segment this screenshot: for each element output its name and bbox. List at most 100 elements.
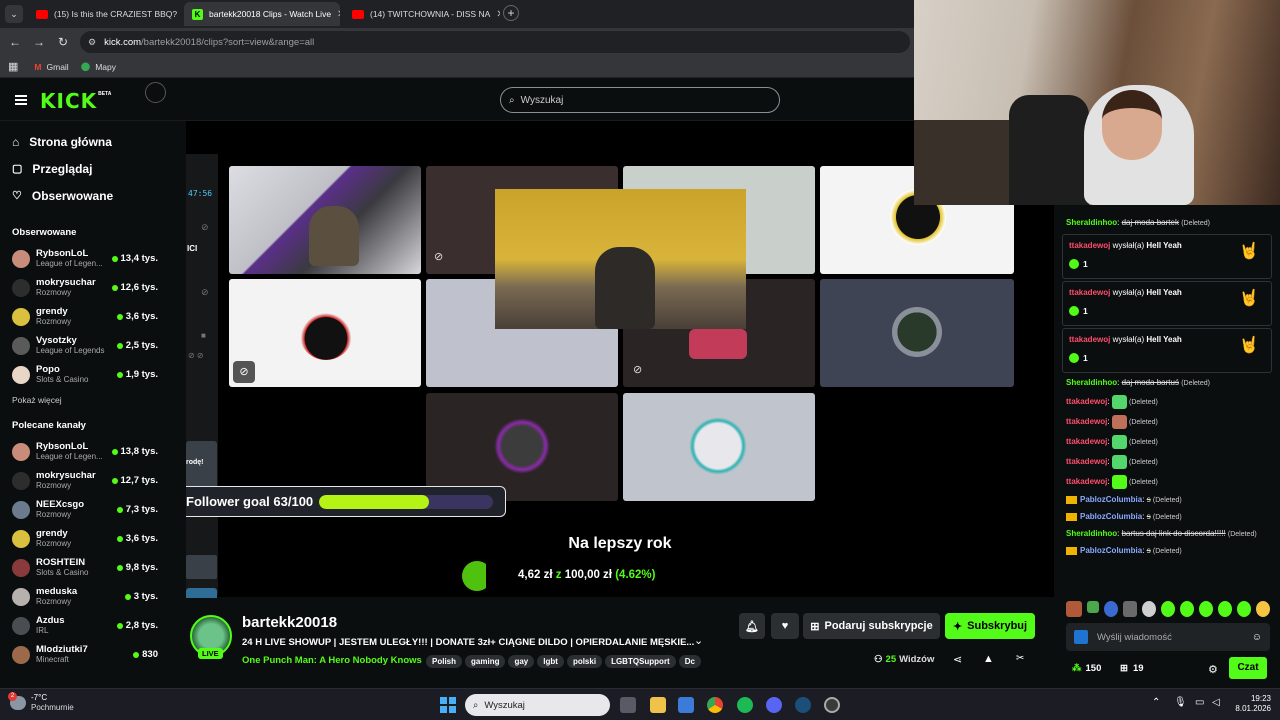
chat-username[interactable]: ttakadewoj (1066, 457, 1107, 466)
sidebar-channel[interactable]: NEEXcsgo Rozmowy 7,3 tys. (0, 495, 170, 524)
stream-tag[interactable]: gaming (465, 655, 506, 668)
stream-tag[interactable]: LGBTQSupport (605, 655, 676, 668)
sidebar-channel[interactable]: grendy Rozmowy 3,6 tys. (0, 524, 170, 553)
sidebar-channel[interactable]: mokrysuchar Rozmowy 12,6 tys. (0, 273, 170, 302)
chat-username[interactable]: ttakadewoj (1069, 241, 1110, 250)
forward-icon[interactable]: → (33, 35, 45, 49)
tray-overflow-icon[interactable]: ⌃ (1152, 697, 1160, 708)
sidebar-channel[interactable]: mokrysuchar Rozmowy 12,7 tys. (0, 466, 170, 495)
sidebar-channel[interactable]: Azdus IRL 2,8 tys. (0, 611, 170, 640)
steam-icon[interactable] (795, 697, 811, 713)
gift-counter[interactable]: ⊞ 19 (1120, 663, 1144, 674)
stream-tag[interactable]: Dc (678, 655, 701, 668)
chat-username[interactable]: ttakadewoj (1069, 288, 1110, 297)
chat-username[interactable]: Sheraldinhoo (1066, 218, 1117, 227)
browser-tab-3[interactable]: (14) TWITCHOWNIA - DISS NA ✕ (344, 2, 500, 26)
emote-icon[interactable] (1123, 601, 1137, 617)
stream-tag[interactable]: gay (508, 655, 535, 668)
channel-name: RybsonLoL (36, 441, 89, 452)
points-counter[interactable]: ⁂ 150 (1072, 663, 1101, 674)
sidebar-channel[interactable]: meduska Rozmowy 3 tys. (0, 582, 170, 611)
close-icon[interactable]: ✕ (337, 9, 340, 20)
emote-icon[interactable] (1066, 601, 1082, 617)
emoji-icon[interactable]: ☺ (1252, 632, 1262, 643)
sidebar-channel[interactable]: Vysotzky League of Legends 2,5 tys. (0, 331, 170, 360)
subscribe-button[interactable]: ✦ Subskrybuj (945, 613, 1035, 639)
chat-username[interactable]: Sheraldinhoo (1066, 378, 1117, 387)
stream-tag[interactable]: polski (566, 655, 603, 668)
chat-input[interactable]: Wyślij wiadomość ☺ (1066, 623, 1270, 651)
taskbar-search[interactable]: ⌕ Wyszukaj (465, 694, 610, 716)
reload-icon[interactable]: ↻ (58, 35, 68, 49)
back-icon[interactable]: ← (9, 35, 21, 49)
emote-icon[interactable] (1087, 601, 1099, 613)
store-icon[interactable] (678, 697, 694, 713)
obs-icon[interactable] (824, 697, 840, 713)
chat-username[interactable]: ttakadewoj (1066, 397, 1107, 406)
close-icon[interactable]: ✕ (496, 9, 500, 20)
chat-username[interactable]: ttakadewoj (1069, 335, 1110, 344)
browser-tab-1[interactable]: (15) Is this the CRAZIEST BBQ? ✕ (28, 2, 178, 26)
sidebar-channel[interactable]: Popo Slots & Casino 1,9 tys. (0, 360, 170, 389)
url-field[interactable]: ⚙ kick.com/bartekk20018/clips?sort=view&… (80, 31, 910, 53)
site-info-icon[interactable]: ⚙ (88, 37, 96, 48)
new-tab-button[interactable]: + (503, 5, 519, 21)
sidebar-channel[interactable]: RybsonLoL League of Legen... 13,4 tys. (0, 244, 170, 273)
microphone-icon[interactable]: 🎙︎ (1174, 697, 1187, 708)
chat-username[interactable]: ttakadewoj (1066, 437, 1107, 446)
chat-username[interactable]: PablozColumbia (1080, 495, 1142, 504)
task-view-icon[interactable] (620, 697, 636, 713)
bookmark-maps[interactable]: ⬤ Mapy (81, 61, 116, 72)
browser-tab-2[interactable]: K bartekk20018 Clips - Watch Live ✕ (184, 2, 340, 26)
title-expand-icon[interactable]: ⌄ (694, 634, 703, 647)
stream-category[interactable]: One Punch Man: A Hero Nobody Knows (242, 655, 422, 666)
chat-settings-icon[interactable]: ⚙ (1208, 663, 1218, 676)
start-button[interactable] (440, 697, 456, 713)
menu-icon[interactable] (15, 95, 27, 105)
emote-icon[interactable] (1180, 601, 1194, 617)
notifications-button[interactable]: 🔔︎ (739, 613, 765, 639)
chat-send-button[interactable]: Czat (1229, 657, 1267, 679)
file-explorer-icon[interactable] (650, 697, 666, 713)
volume-icon[interactable]: ◁ (1212, 697, 1220, 708)
emote-icon[interactable] (1142, 601, 1156, 617)
clock[interactable]: 19:23 8.01.2026 (1233, 694, 1271, 714)
emote-icon[interactable] (1104, 601, 1118, 617)
report-icon[interactable]: ▲ (983, 653, 994, 665)
stream-tag[interactable]: Polish (426, 655, 463, 668)
chat-username[interactable]: Sheraldinhoo (1066, 529, 1117, 538)
emote-icon[interactable] (1218, 601, 1232, 617)
share-icon[interactable]: ⋖ (953, 653, 962, 666)
emote-icon[interactable] (1199, 601, 1213, 617)
clip-icon[interactable]: ✂ (1016, 653, 1024, 664)
channel-name[interactable]: bartekk20018 (242, 614, 337, 631)
sidebar-nav-following[interactable]: ♡ Obserwowane (0, 182, 170, 209)
chat-username[interactable]: ttakadewoj (1066, 477, 1107, 486)
network-icon[interactable]: ▭ (1195, 697, 1204, 708)
sidebar-channel[interactable]: RybsonLoL League of Legen... 13,8 tys. (0, 437, 170, 466)
discord-icon[interactable] (766, 697, 782, 713)
show-more-link[interactable]: Pokaż więcej (0, 389, 170, 411)
chat-username[interactable]: PablozColumbia (1080, 546, 1142, 555)
gift-subscription-button[interactable]: ⊞ Podaruj subskrypcje (803, 613, 940, 639)
emote-icon[interactable] (1161, 601, 1175, 617)
chrome-icon[interactable] (707, 697, 723, 713)
spotify-icon[interactable] (737, 697, 753, 713)
apps-grid-icon[interactable]: ▦ (8, 60, 18, 73)
tab-list-button[interactable]: ⌄ (5, 5, 23, 23)
sidebar-channel[interactable]: grendy Rozmowy 3,6 tys. (0, 302, 170, 331)
search-input[interactable]: ⌕ Wyszukaj (500, 87, 780, 113)
sidebar-channel[interactable]: Mlodziutki7 Minecraft 830 (0, 640, 170, 669)
bookmark-gmail[interactable]: M Gmail (34, 62, 68, 72)
sidebar-nav-home[interactable]: ⌂ Strona główna (0, 128, 170, 155)
stream-tag[interactable]: lgbt (537, 655, 564, 668)
sidebar-nav-browse[interactable]: ▢ Przeglądaj (0, 155, 170, 182)
weather-widget[interactable]: 2 -7°C Pochmurnie (8, 692, 74, 713)
chat-username[interactable]: PablozColumbia (1080, 512, 1142, 521)
chat-username[interactable]: ttakadewoj (1066, 417, 1107, 426)
kick-logo[interactable]: KICK BETA (40, 89, 111, 113)
sidebar-channel[interactable]: ROSHTEIN Slots & Casino 9,8 tys. (0, 553, 170, 582)
emote-icon[interactable] (1256, 601, 1270, 617)
emote-icon[interactable] (1237, 601, 1251, 617)
follow-button[interactable]: ♥ (771, 613, 799, 639)
